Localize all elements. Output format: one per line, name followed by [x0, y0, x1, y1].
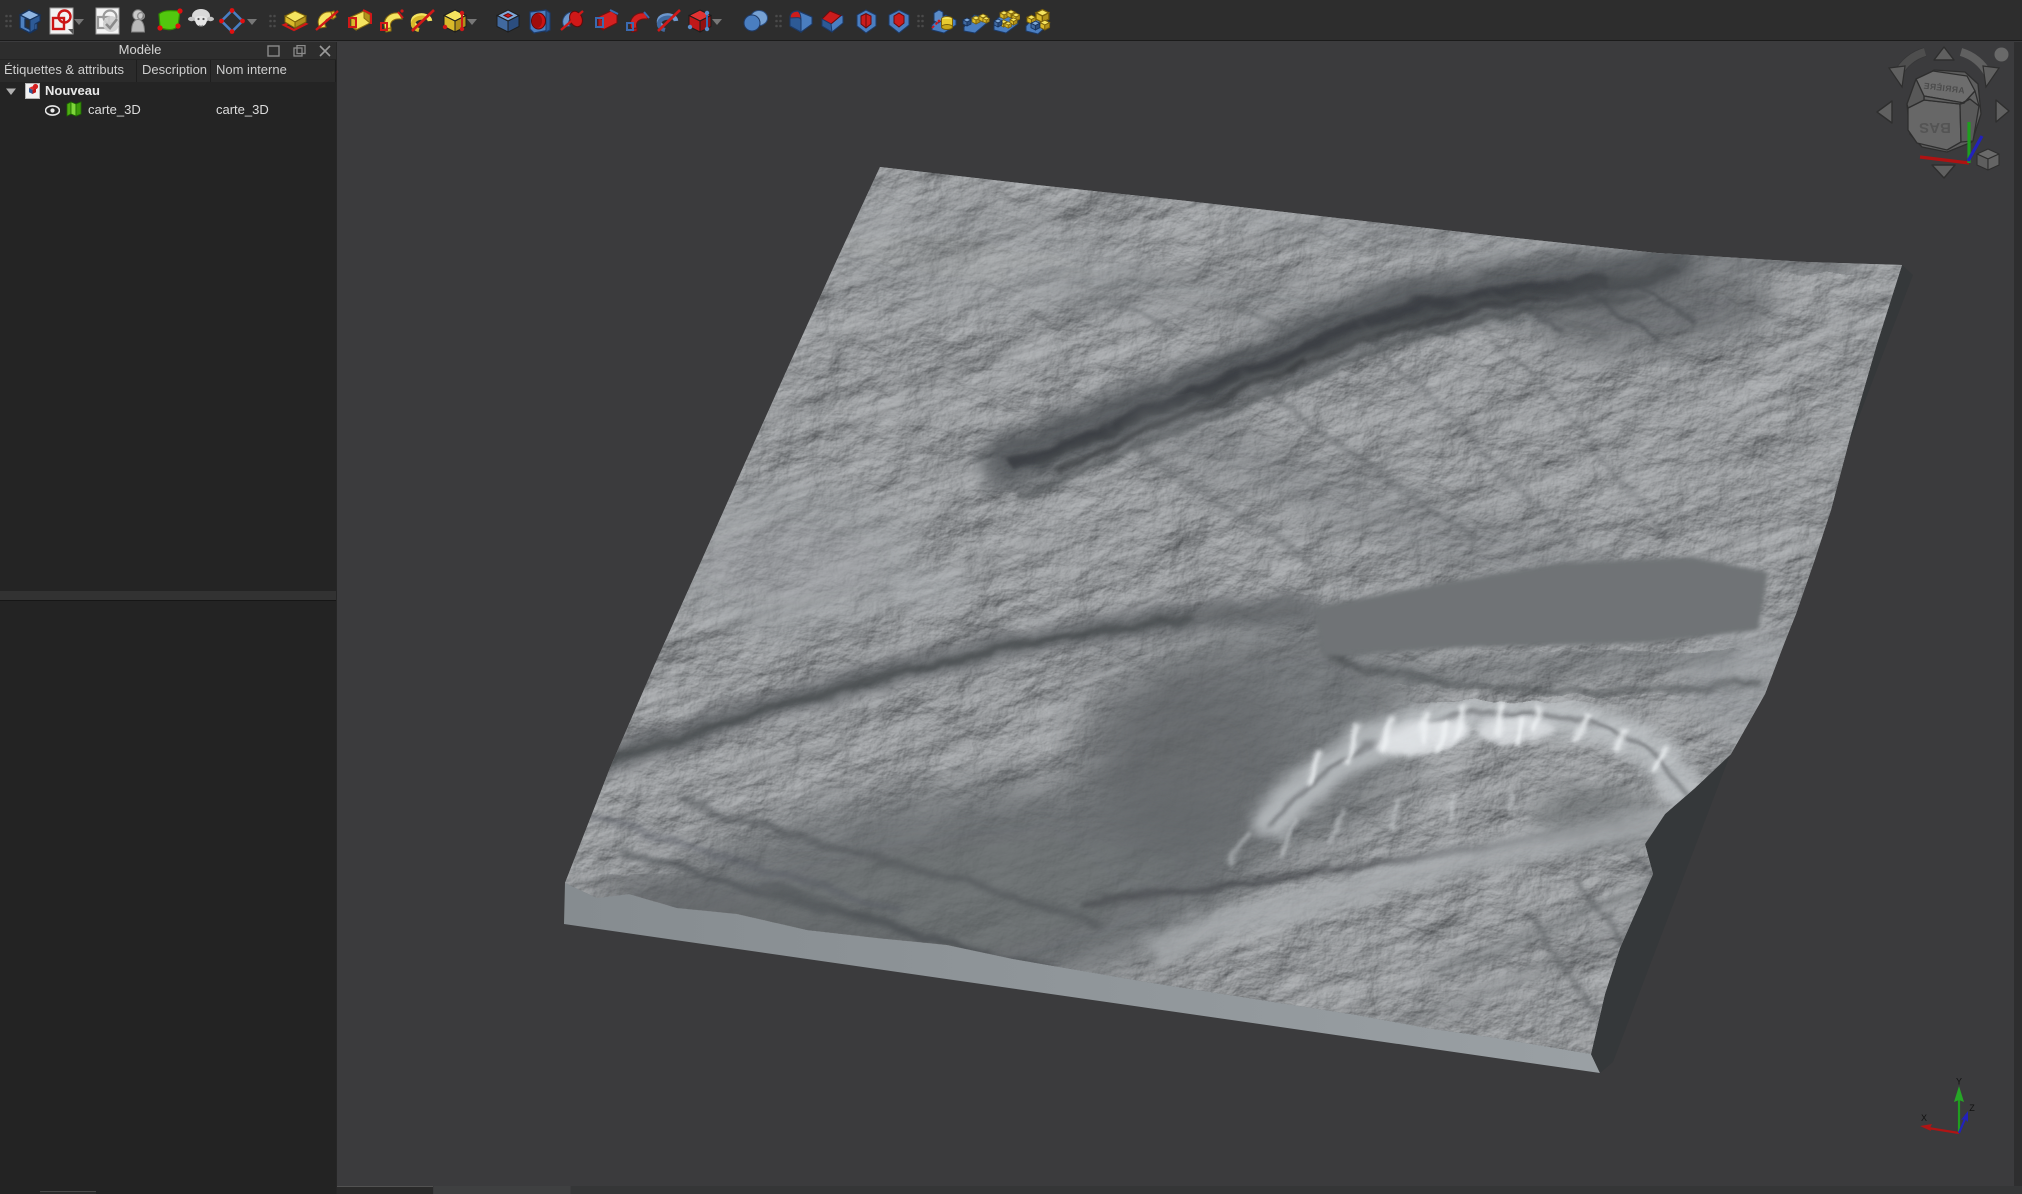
svg-text:BAS: BAS — [1919, 119, 1951, 136]
svg-text:Z: Z — [1969, 1103, 1975, 1113]
svg-text:X: X — [1921, 1113, 1927, 1123]
svg-text:Y: Y — [1956, 1078, 1962, 1087]
